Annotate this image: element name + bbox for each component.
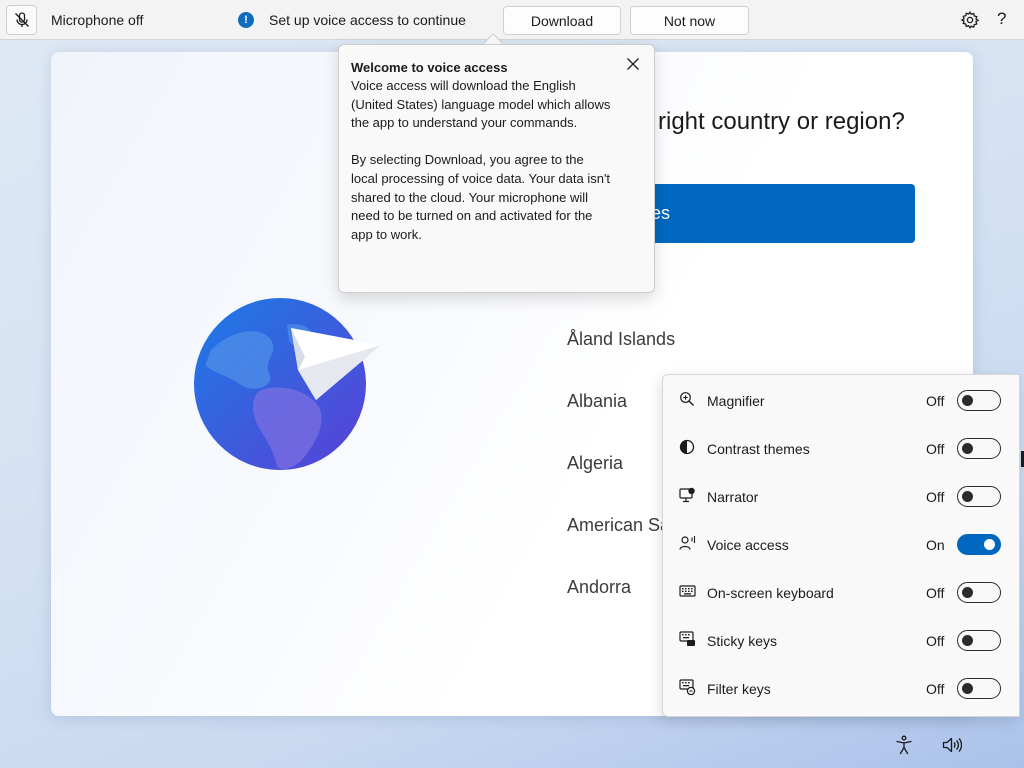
filter-keys-toggle[interactable] [957, 678, 1001, 699]
microphone-off-icon [14, 12, 29, 27]
toggle-knob [962, 682, 973, 694]
globe-with-paper-plane-illustration [194, 298, 381, 470]
accessibility-quick-settings-panel: Magnifier Off Contrast themes Off Narrat… [662, 374, 1020, 717]
not-now-button[interactable]: Not now [630, 6, 749, 35]
toggle-state-label: Off [926, 681, 945, 697]
accessibility-item-filter-keys: Filter keys Off [663, 664, 1021, 712]
accessibility-item-narrator: Narrator Off [663, 472, 1021, 520]
info-icon: ! [238, 12, 254, 28]
filter-keys-icon [678, 678, 696, 696]
magnifier-toggle[interactable] [957, 390, 1001, 411]
accessibility-item-label: Contrast themes [707, 441, 810, 457]
narrator-toggle[interactable] [957, 486, 1001, 507]
accessibility-item-magnifier: Magnifier Off [663, 376, 1021, 424]
volume-icon[interactable] [942, 736, 962, 754]
gear-icon[interactable] [960, 10, 980, 30]
accessibility-item-label: Sticky keys [707, 633, 778, 649]
region-list-item[interactable]: Algeria [567, 453, 623, 474]
accessibility-item-label: Voice access [707, 537, 789, 553]
accessibility-item-voice-access: Voice access On [663, 520, 1021, 568]
toggle-knob [984, 538, 995, 550]
accessibility-item-label: Filter keys [707, 681, 771, 697]
region-list-item[interactable]: Albania [567, 391, 627, 412]
toggle-knob [962, 586, 973, 598]
toggle-knob [962, 490, 973, 502]
voice-access-icon [678, 534, 696, 552]
yes-button[interactable]: es [611, 184, 915, 243]
region-question-heading: right country or region? [658, 108, 905, 135]
on-screen-keyboard-toggle[interactable] [957, 582, 1001, 603]
toggle-state-label: Off [926, 489, 945, 505]
welcome-flyout: Welcome to voice access Voice access wil… [338, 44, 655, 293]
help-button[interactable]: ? [997, 9, 1006, 29]
contrast-themes-toggle[interactable] [957, 438, 1001, 459]
toggle-state-label: Off [926, 393, 945, 409]
toggle-knob [962, 394, 973, 406]
sticky-keys-icon [678, 630, 696, 648]
contrast-themes-icon [678, 438, 696, 456]
on-screen-keyboard-icon [678, 582, 696, 600]
accessibility-item-label: On-screen keyboard [707, 585, 834, 601]
accessibility-item-on-screen-keyboard: On-screen keyboard Off [663, 568, 1021, 616]
setup-message: Set up voice access to continue [269, 12, 466, 28]
magnifier-icon [678, 390, 696, 408]
toggle-knob [962, 634, 973, 646]
close-icon[interactable] [626, 57, 640, 71]
sticky-keys-toggle[interactable] [957, 630, 1001, 651]
flyout-paragraph-model: Voice access will download the English (… [351, 78, 611, 131]
accessibility-item-label: Narrator [707, 489, 759, 505]
accessibility-item-contrast-themes: Contrast themes Off [663, 424, 1021, 472]
accessibility-item-label: Magnifier [707, 393, 765, 409]
voice-access-bar: Microphone off ! Set up voice access to … [0, 0, 1024, 40]
download-button[interactable]: Download [503, 6, 621, 35]
toggle-state-label: Off [926, 441, 945, 457]
toggle-state-label: Off [926, 633, 945, 649]
narrator-icon [678, 486, 696, 504]
toggle-state-label: Off [926, 585, 945, 601]
accessibility-icon[interactable] [895, 735, 913, 755]
microphone-toggle-button[interactable] [6, 5, 37, 35]
accessibility-item-sticky-keys: Sticky keys Off [663, 616, 1021, 664]
toggle-state-label: On [926, 537, 945, 553]
region-list-item[interactable]: Andorra [567, 577, 631, 598]
flyout-paragraph-privacy: By selecting Download, you agree to the … [351, 152, 611, 242]
toggle-knob [962, 442, 973, 454]
region-list-item[interactable]: Åland Islands [567, 329, 675, 350]
flyout-title: Welcome to voice access [351, 60, 508, 75]
region-list-item[interactable]: American Sa [567, 515, 670, 536]
microphone-status-label: Microphone off [51, 12, 144, 28]
voice-access-toggle[interactable] [957, 534, 1001, 555]
